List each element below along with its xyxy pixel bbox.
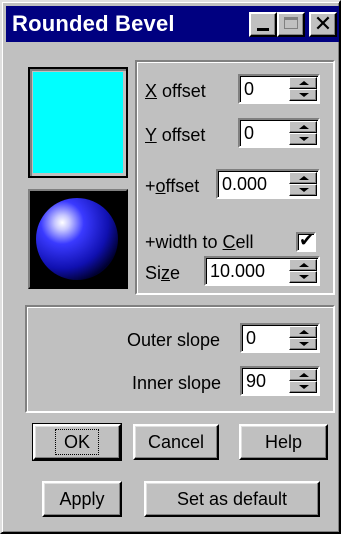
ok-button-label: OK <box>54 429 99 455</box>
dialog-window: Rounded Bevel ✕ X offset 0 Y offset 0 +o… <box>0 0 341 534</box>
maximize-icon <box>284 17 298 29</box>
y-offset-input[interactable] <box>242 122 292 144</box>
x-offset-down-arrow-icon[interactable] <box>289 89 317 101</box>
outer-slope-down-arrow-icon[interactable] <box>289 338 317 350</box>
outer-slope-input[interactable] <box>244 327 292 349</box>
close-icon: ✕ <box>313 11 333 36</box>
plus-offset-down-arrow-icon[interactable] <box>289 184 317 196</box>
close-button[interactable]: ✕ <box>309 12 337 37</box>
bevel-preview <box>28 189 128 289</box>
size-up-arrow-icon[interactable] <box>289 259 317 271</box>
x-offset-input[interactable] <box>242 78 292 100</box>
y-offset-spinner[interactable] <box>238 118 320 148</box>
inner-slope-spinner[interactable] <box>240 366 320 396</box>
inner-slope-up-arrow-icon[interactable] <box>289 369 317 381</box>
inner-slope-label: Inner slope <box>132 373 222 393</box>
cancel-button[interactable]: Cancel <box>133 424 219 460</box>
apply-button[interactable]: Apply <box>42 481 122 517</box>
size-down-arrow-icon[interactable] <box>289 271 317 283</box>
sphere-preview-icon <box>30 191 126 287</box>
x-offset-label: X offset <box>145 81 206 101</box>
window-title: Rounded Bevel <box>12 11 175 36</box>
width-to-cell-label: +width to Cell <box>145 232 254 252</box>
inner-slope-down-arrow-icon[interactable] <box>289 381 317 393</box>
plus-offset-label: +offset <box>145 176 200 196</box>
plus-offset-spinner[interactable] <box>216 169 320 199</box>
ok-button[interactable]: OK <box>32 423 122 461</box>
y-offset-down-arrow-icon[interactable] <box>289 133 317 145</box>
outer-slope-up-arrow-icon[interactable] <box>289 326 317 338</box>
width-to-cell-checkbox[interactable]: ✔ <box>296 230 316 252</box>
slope-group <box>25 305 335 413</box>
maximize-button <box>277 12 305 37</box>
x-offset-up-arrow-icon[interactable] <box>289 77 317 89</box>
checkmark-icon: ✔ <box>299 230 315 250</box>
size-label: Size <box>145 263 181 283</box>
outer-slope-spinner[interactable] <box>240 323 320 353</box>
y-offset-up-arrow-icon[interactable] <box>289 121 317 133</box>
x-offset-spinner[interactable] <box>238 74 320 104</box>
help-button[interactable]: Help <box>239 424 328 460</box>
minimize-button[interactable] <box>249 12 277 37</box>
title-bar[interactable]: Rounded Bevel ✕ <box>6 6 339 42</box>
size-spinner[interactable] <box>204 256 320 286</box>
y-offset-label: Y offset <box>145 125 206 145</box>
plus-offset-up-arrow-icon[interactable] <box>289 172 317 184</box>
size-input[interactable] <box>208 260 292 282</box>
minimize-icon <box>257 28 269 31</box>
outer-slope-label: Outer slope <box>127 330 221 350</box>
color-swatch-fill <box>33 72 123 173</box>
inner-slope-input[interactable] <box>244 370 292 392</box>
set-as-default-button[interactable]: Set as default <box>144 481 320 517</box>
plus-offset-input[interactable] <box>220 173 292 195</box>
color-swatch[interactable] <box>28 67 128 178</box>
